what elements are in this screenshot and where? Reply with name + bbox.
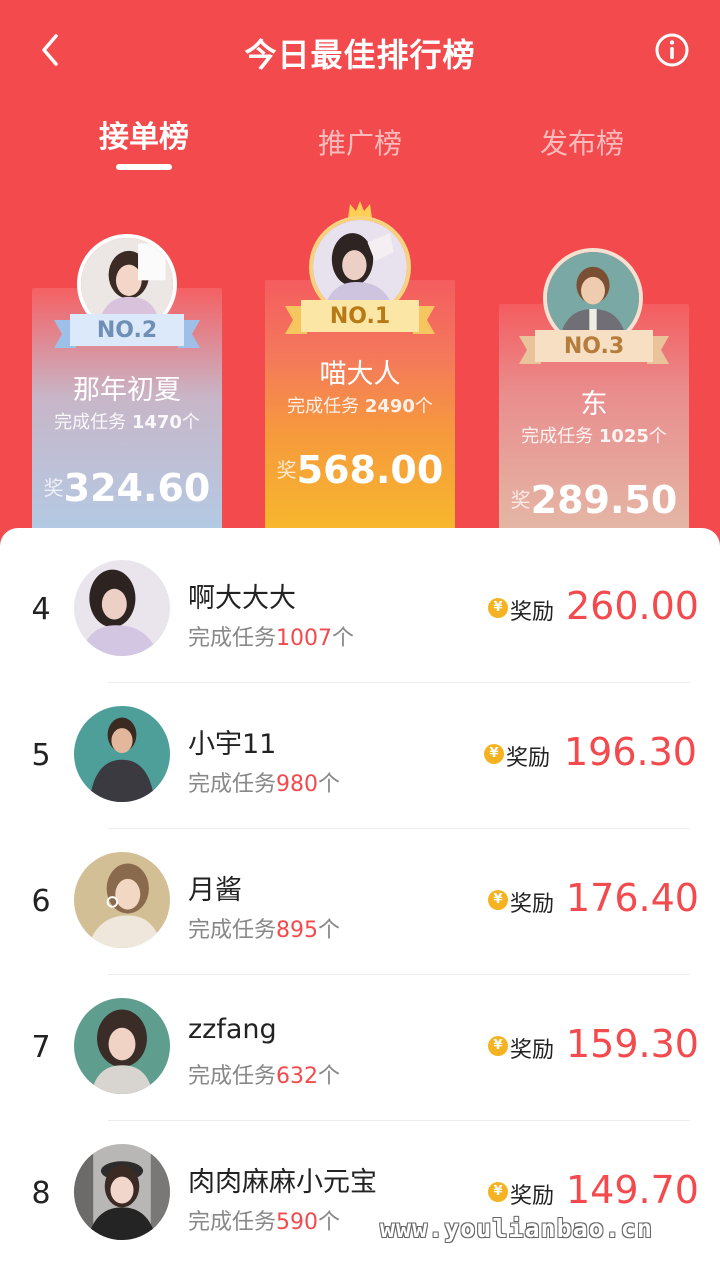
podium-name: 东	[580, 389, 608, 420]
podium-name: 喵大人	[319, 359, 401, 390]
user-name: 小宇11	[188, 729, 277, 760]
rank-number: 7	[31, 1030, 51, 1065]
task-count: 完成任务590个	[188, 1210, 341, 1235]
rank-number: 8	[31, 1176, 51, 1211]
reward-label: 奖励	[506, 746, 551, 771]
reward-amount: 260.00	[566, 584, 699, 628]
podium-third[interactable]: NO.3 东 完成任务 1025个 奖289.50	[499, 246, 689, 532]
active-tab-indicator	[116, 164, 172, 170]
podium-tasks: 完成任务 2490个	[287, 396, 433, 417]
reward-label: 奖励	[510, 1038, 555, 1063]
podium-reward: 奖289.50	[510, 478, 678, 522]
podium-tasks: 完成任务 1025个	[521, 426, 667, 447]
tab-promotion[interactable]: 推广榜	[280, 122, 440, 162]
list-item[interactable]: 7 zzfang 完成任务632个 ¥ 奖励 159.30	[0, 974, 720, 1120]
rank-number: 5	[31, 738, 51, 773]
user-name: 啊大大大	[188, 583, 296, 614]
info-circle-icon	[655, 33, 689, 67]
rank-badge: NO.2	[54, 312, 200, 352]
avatar	[74, 998, 170, 1094]
avatar	[74, 706, 170, 802]
reward-amount: 149.70	[566, 1168, 699, 1212]
list-item[interactable]: 5 小宇11 完成任务980个 ¥ 奖励 196.30	[0, 682, 720, 828]
user-name: 月酱	[188, 875, 242, 906]
tab-orders[interactable]: 接单榜	[64, 112, 224, 156]
avatar	[74, 852, 170, 948]
podium-second[interactable]: NO.2 那年初夏 完成任务 1470个 奖324.60	[32, 232, 222, 532]
yuan-coin-icon: ¥	[488, 1036, 508, 1056]
podium-reward: 奖568.00	[276, 448, 444, 492]
rank-number: 6	[31, 884, 51, 919]
reward-label: 奖励	[510, 600, 555, 625]
task-count: 完成任务895个	[188, 918, 341, 943]
reward-amount: 159.30	[566, 1022, 699, 1066]
reward-label: 奖励	[510, 892, 555, 917]
user-name: 肉肉麻麻小元宝	[188, 1167, 377, 1198]
avatar	[74, 1144, 170, 1240]
list-item[interactable]: 6 月酱 完成任务895个 ¥ 奖励 176.40	[0, 828, 720, 974]
user-name: zzfang	[188, 1014, 277, 1045]
reward-amount: 176.40	[566, 876, 699, 920]
avatar	[74, 560, 170, 656]
watermark: www.youlianbao.cn	[380, 1214, 653, 1243]
list-item[interactable]: 4 啊大大大 完成任务1007个 ¥ 奖励 260.00	[0, 536, 720, 682]
tab-publish[interactable]: 发布榜	[502, 122, 662, 162]
rank-number: 4	[31, 592, 51, 627]
podium-first[interactable]: NO.1 喵大人 完成任务 2490个 奖568.00	[265, 198, 455, 532]
podium-name: 那年初夏	[73, 375, 181, 406]
ranking-list: 4 啊大大大 完成任务1007个 ¥ 奖励 260.00 5 小宇11 完成任务…	[0, 528, 720, 1261]
ranking-tabs: 接单榜 推广榜 发布榜	[0, 112, 720, 182]
yuan-coin-icon: ¥	[488, 1182, 508, 1202]
reward-amount: 196.30	[564, 730, 697, 774]
yuan-coin-icon: ¥	[488, 890, 508, 910]
yuan-coin-icon: ¥	[488, 598, 508, 618]
top-bar: 今日最佳排行榜	[0, 0, 720, 100]
task-count: 完成任务632个	[188, 1064, 341, 1089]
reward-label: 奖励	[510, 1184, 555, 1209]
task-count: 完成任务980个	[188, 772, 341, 797]
podium-reward: 奖324.60	[43, 466, 211, 510]
info-button[interactable]	[654, 32, 690, 68]
task-count: 完成任务1007个	[188, 626, 355, 651]
rank-badge: NO.3	[519, 328, 669, 368]
yuan-coin-icon: ¥	[484, 744, 504, 764]
podium-tasks: 完成任务 1470个	[54, 412, 200, 433]
page-title: 今日最佳排行榜	[244, 36, 476, 74]
rank-badge: NO.1	[285, 298, 435, 338]
